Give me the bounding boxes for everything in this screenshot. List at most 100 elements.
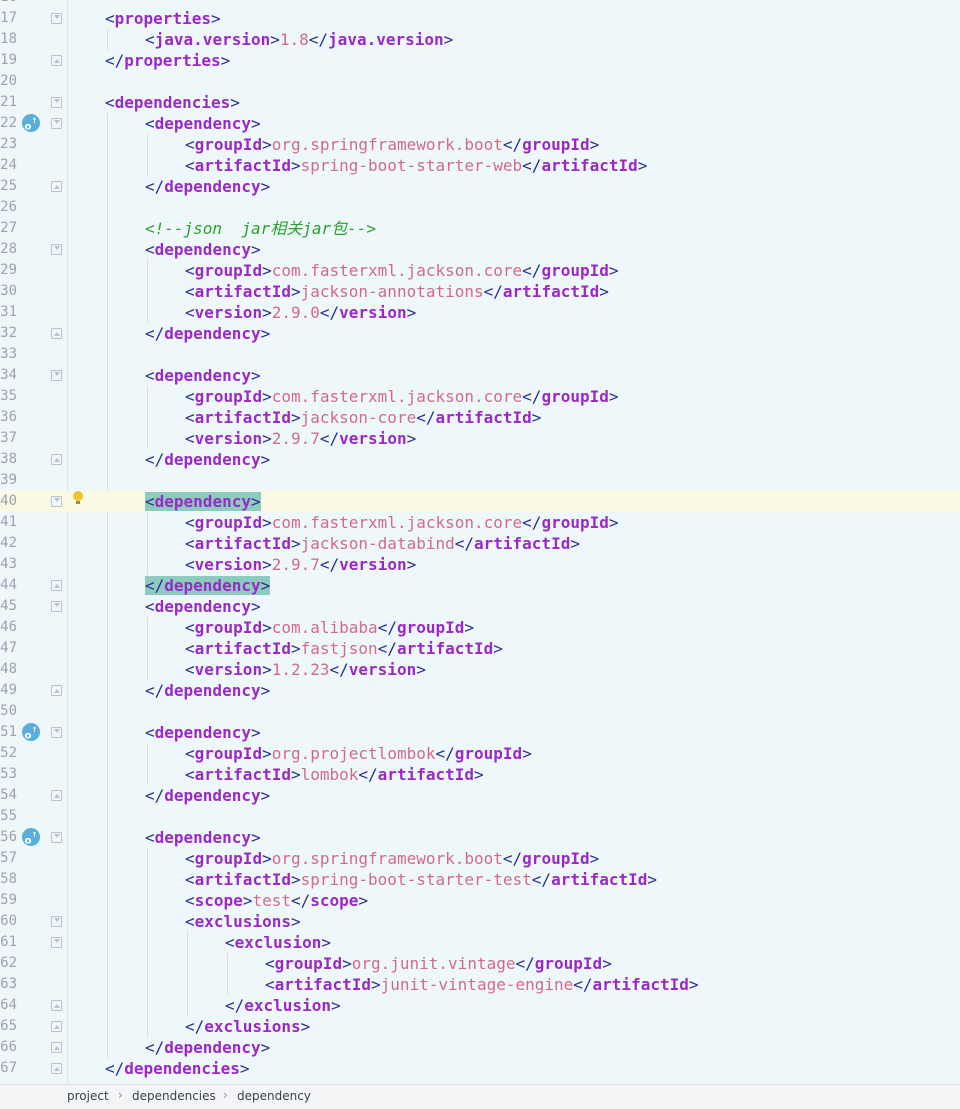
maven-override-icon[interactable]: o↑ [22,828,40,846]
tag-name: dependency [154,597,251,616]
code-line[interactable]: 19 </properties> [0,50,960,71]
code-line[interactable]: 16 [0,0,960,8]
code-line[interactable]: 51 o↑ <dependency> [0,722,960,743]
code-line[interactable]: 22 o↑ <dependency> [0,113,960,134]
code-line[interactable]: 41 <groupId>com.fasterxml.jackson.core</g… [0,512,960,533]
code-line[interactable]: 27 <!--json jar相关jar包--> [0,218,960,239]
fold-expanded-icon[interactable] [51,244,62,255]
code-line[interactable]: 29 <groupId>com.fasterxml.jackson.core</g… [0,260,960,281]
code-line[interactable]: 17 <properties> [0,8,960,29]
code-line[interactable]: 66 </dependency> [0,1037,960,1058]
code-line[interactable]: 65 </exclusions> [0,1016,960,1037]
fold-end-icon[interactable] [51,181,62,192]
fold-end-icon[interactable] [51,328,62,339]
code-line[interactable]: 33 [0,344,960,365]
code-line[interactable]: 42 <artifactId>jackson-databind</artifact… [0,533,960,554]
breadcrumb-item-dependency[interactable]: dependency [237,1089,311,1103]
tag-bracket: < [185,912,195,931]
code-line[interactable]: 28 <dependency> [0,239,960,260]
fold-end-icon[interactable] [51,55,62,66]
line-number: 30 [0,283,17,299]
fold-expanded-icon[interactable] [51,13,62,24]
code-line[interactable]: 26 [0,197,960,218]
code-line[interactable]: 67 </dependencies> [0,1058,960,1079]
code-line[interactable]: 43 <version>2.9.7</version> [0,554,960,575]
code-line[interactable]: 32 </dependency> [0,323,960,344]
tag-bracket: </ [522,156,542,175]
tag-bracket: < [185,534,195,553]
code-text: <dependency> [145,113,261,134]
fold-expanded-icon[interactable] [51,370,62,381]
code-line[interactable]: 20 [0,71,960,92]
code-line[interactable]: 18 <java.version>1.8</java.version> [0,29,960,50]
code-line[interactable]: 52 <groupId>org.projectlombok</groupId> [0,743,960,764]
line-number: 32 [0,325,17,341]
code-line[interactable]: 45 <dependency> [0,596,960,617]
tag-bracket: < [145,492,155,511]
fold-end-icon[interactable] [51,1063,62,1074]
code-line[interactable]: 60 <exclusions> [0,911,960,932]
code-line[interactable]: 24 <artifactId>spring-boot-starter-web</a… [0,155,960,176]
maven-override-icon[interactable]: o↑ [22,114,40,132]
code-line[interactable]: 64 </exclusion> [0,995,960,1016]
code-line[interactable]: 57 <groupId>org.springframework.boot</gro… [0,848,960,869]
tag-bracket: </ [105,51,125,70]
lightbulb-icon[interactable] [73,491,83,504]
fold-end-icon[interactable] [51,1021,62,1032]
code-line[interactable]: 63 <artifactId>junit-vintage-engine</arti… [0,974,960,995]
code-line[interactable]: 46 <groupId>com.alibaba</groupId> [0,617,960,638]
code-line[interactable]: 31 <version>2.9.0</version> [0,302,960,323]
tag-bracket: </ [145,450,165,469]
fold-expanded-icon[interactable] [51,832,62,843]
line-number: 42 [0,535,17,551]
code-line[interactable]: 50 [0,701,960,722]
fold-end-icon[interactable] [51,685,62,696]
code-line[interactable]: 40 <dependency> [0,491,960,512]
code-line[interactable]: 37 <version>2.9.7</version> [0,428,960,449]
code-line[interactable]: 53 <artifactId>lombok</artifactId> [0,764,960,785]
fold-expanded-icon[interactable] [51,118,62,129]
code-line[interactable]: 35 <groupId>com.fasterxml.jackson.core</g… [0,386,960,407]
code-line[interactable]: 61 <exclusion> [0,932,960,953]
fold-expanded-icon[interactable] [51,97,62,108]
code-line[interactable]: 44 </dependency> [0,575,960,596]
code-text: <scope>test</scope> [185,890,368,911]
tag-name: dependency [154,114,251,133]
code-line[interactable]: 25 </dependency> [0,176,960,197]
fold-end-icon[interactable] [51,1000,62,1011]
fold-expanded-icon[interactable] [51,916,62,927]
code-line[interactable]: 21 <dependencies> [0,92,960,113]
fold-expanded-icon[interactable] [51,601,62,612]
code-line[interactable]: 38 </dependency> [0,449,960,470]
code-line[interactable]: 55 [0,806,960,827]
code-line[interactable]: 39 [0,470,960,491]
code-line[interactable]: 62 <groupId>org.junit.vintage</groupId> [0,953,960,974]
fold-end-icon[interactable] [51,580,62,591]
code-editor[interactable]: 1617<properties>18<java.version>1.8</jav… [0,0,960,1084]
fold-end-icon[interactable] [51,1042,62,1053]
breadcrumb-item-project[interactable]: project [67,1089,109,1103]
fold-expanded-icon[interactable] [51,496,62,507]
text-value: 2.9.0 [271,303,320,322]
code-line[interactable]: 47 <artifactId>fastjson</artifactId> [0,638,960,659]
code-text: <groupId>org.springframework.boot</group… [185,848,599,869]
line-number: 17 [0,10,17,26]
code-line[interactable]: 58 <artifactId>spring-boot-starter-test</… [0,869,960,890]
code-line[interactable]: 54 </dependency> [0,785,960,806]
code-line[interactable]: 34 <dependency> [0,365,960,386]
tag-name: dependency [154,723,251,742]
fold-expanded-icon[interactable] [51,937,62,948]
line-number: 57 [0,850,17,866]
code-line[interactable]: 48 <version>1.2.23</version> [0,659,960,680]
code-line[interactable]: 56 o↑ <dependency> [0,827,960,848]
code-line[interactable]: 23 <groupId>org.springframework.boot</gro… [0,134,960,155]
code-line[interactable]: 49 </dependency> [0,680,960,701]
code-line[interactable]: 30 <artifactId>jackson-annotations</artif… [0,281,960,302]
code-line[interactable]: 36 <artifactId>jackson-core</artifactId> [0,407,960,428]
breadcrumb-item-dependencies[interactable]: dependencies [132,1089,216,1103]
fold-expanded-icon[interactable] [51,727,62,738]
maven-override-icon[interactable]: o↑ [22,723,40,741]
code-line[interactable]: 59 <scope>test</scope> [0,890,960,911]
fold-end-icon[interactable] [51,790,62,801]
fold-end-icon[interactable] [51,454,62,465]
